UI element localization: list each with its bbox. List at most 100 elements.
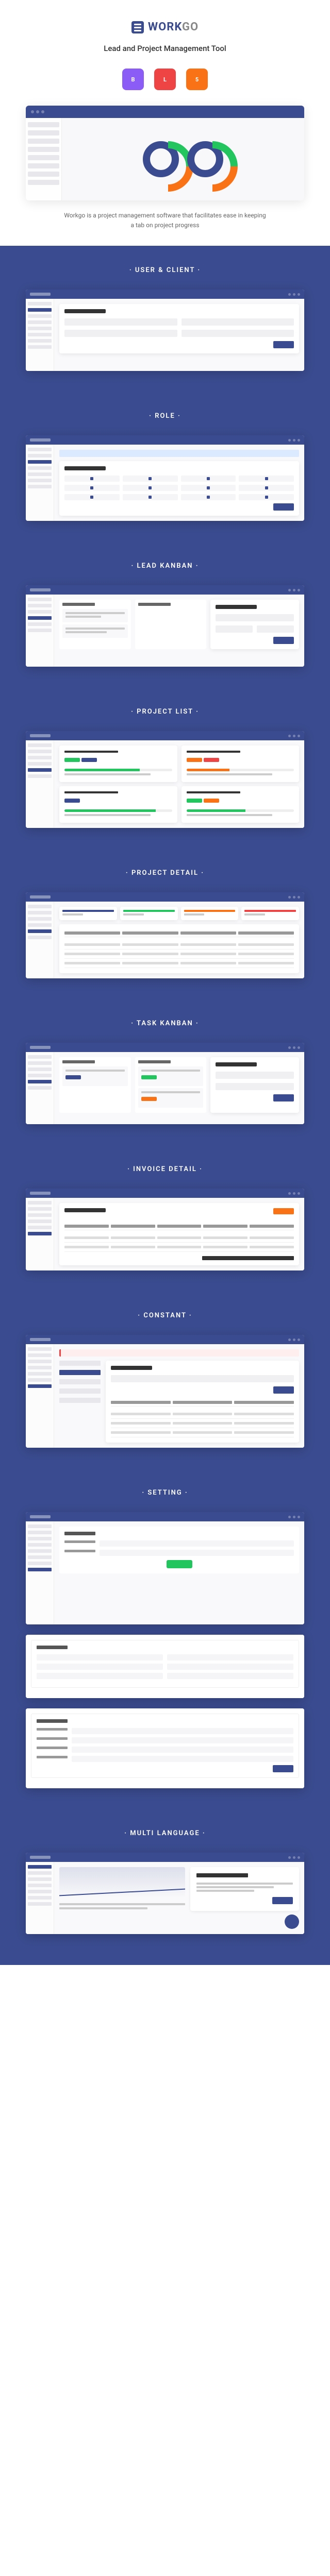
setting-input[interactable]: [72, 1747, 293, 1753]
html5-icon: 5: [186, 69, 208, 90]
perm-checkbox[interactable]: [207, 496, 210, 499]
save-button[interactable]: [167, 1560, 192, 1568]
perm-checkbox[interactable]: [148, 496, 152, 499]
task-column[interactable]: [135, 1057, 207, 1113]
area-chart: [59, 1867, 185, 1898]
password-field[interactable]: [64, 330, 177, 337]
tab-item[interactable]: [59, 1379, 101, 1384]
perm-checkbox[interactable]: [265, 477, 268, 480]
task-column[interactable]: [59, 1057, 131, 1113]
donut-chart-1: [143, 141, 179, 177]
perm-checkbox[interactable]: [90, 477, 93, 480]
section-project-detail: · PROJECT DETAIL ·: [0, 849, 330, 999]
save-task-button[interactable]: [273, 1094, 294, 1101]
save-role-button[interactable]: [273, 503, 294, 511]
section-constant: · CONSTANT ·: [0, 1291, 330, 1468]
setting-input[interactable]: [167, 1673, 293, 1679]
lead-card[interactable]: [62, 624, 128, 638]
lang-action-button[interactable]: [272, 1897, 293, 1904]
perm-checkbox[interactable]: [148, 486, 152, 489]
perm-checkbox[interactable]: [207, 477, 210, 480]
task-board-modal: [210, 1057, 299, 1113]
alert-banner: [59, 1349, 299, 1357]
task-card[interactable]: [138, 1088, 204, 1108]
invoice-panel: [59, 1203, 299, 1265]
lead-card[interactable]: [62, 609, 128, 622]
section-title: · PROJECT DETAIL ·: [10, 869, 320, 877]
lead-field[interactable]: [216, 625, 253, 633]
section-lead-kanban: · LEAD KANBAN ·: [0, 541, 330, 687]
setting-screen-1: [26, 1512, 304, 1624]
section-role: · ROLE ·: [0, 392, 330, 541]
project-card[interactable]: [59, 786, 177, 823]
setting-input[interactable]: [167, 1654, 293, 1660]
perm-checkbox[interactable]: [148, 477, 152, 480]
logo-prefix: WORK: [148, 21, 182, 33]
setting-input[interactable]: [100, 1540, 294, 1547]
setting-input[interactable]: [167, 1664, 293, 1670]
save-email-button[interactable]: [273, 1765, 293, 1772]
table-row[interactable]: [64, 940, 294, 950]
table-row[interactable]: [64, 959, 294, 968]
role-field[interactable]: [182, 330, 294, 337]
project-card[interactable]: [182, 745, 300, 782]
stat-card: [120, 907, 178, 920]
kanban-column[interactable]: [135, 600, 207, 649]
logo: WORKGO: [10, 21, 320, 33]
invoice-screen: [26, 1189, 304, 1270]
setting-input[interactable]: [37, 1664, 163, 1670]
section-title: · TASK KANBAN ·: [10, 1020, 320, 1027]
tab-item[interactable]: [59, 1388, 101, 1394]
hero-section: WORKGO Lead and Project Management Tool …: [0, 0, 330, 246]
section-title: · LEAD KANBAN ·: [10, 562, 320, 570]
task-field[interactable]: [216, 1072, 294, 1079]
setting-input[interactable]: [37, 1654, 163, 1660]
tab-item[interactable]: [59, 1370, 101, 1375]
task-field[interactable]: [216, 1083, 294, 1090]
section-user-client: · USER & CLIENT ·: [0, 246, 330, 392]
section-title: · CONSTANT ·: [10, 1312, 320, 1319]
table-row[interactable]: [64, 950, 294, 959]
name-field[interactable]: [64, 318, 177, 326]
preview-header: [26, 106, 304, 118]
tab-item[interactable]: [59, 1361, 101, 1366]
section-task-kanban: · TASK KANBAN ·: [0, 999, 330, 1145]
site-setting-panel: [59, 1527, 299, 1573]
project-list-screen: [26, 731, 304, 828]
setting-input[interactable]: [72, 1728, 293, 1734]
edit-constant-modal: [106, 1361, 299, 1443]
perm-checkbox[interactable]: [265, 496, 268, 499]
project-card[interactable]: [182, 786, 300, 823]
preview-sidebar: [26, 118, 62, 200]
lead-field[interactable]: [257, 625, 294, 633]
tab-item[interactable]: [59, 1398, 101, 1403]
project-card[interactable]: [59, 745, 177, 782]
perm-checkbox[interactable]: [90, 496, 93, 499]
constant-tabs: [59, 1361, 101, 1443]
modal-title: [216, 1062, 257, 1066]
task-card[interactable]: [62, 1066, 128, 1086]
setting-input[interactable]: [100, 1550, 294, 1556]
task-kanban-screen: [26, 1043, 304, 1124]
email-field[interactable]: [182, 318, 294, 326]
source-input[interactable]: [111, 1375, 294, 1382]
save-constant-button[interactable]: [273, 1386, 294, 1394]
lead-field[interactable]: [216, 614, 294, 621]
save-lead-button[interactable]: [273, 637, 294, 644]
logo-suffix: GO: [182, 21, 199, 33]
section-title: · SETTING ·: [10, 1489, 320, 1497]
section-setting: · SETTING ·: [0, 1468, 330, 1809]
kanban-column[interactable]: [59, 600, 131, 649]
task-card[interactable]: [138, 1066, 204, 1086]
setting-input[interactable]: [37, 1673, 163, 1679]
modal-title: [111, 1366, 152, 1370]
add-item-button[interactable]: [273, 1208, 294, 1214]
setting-input[interactable]: [72, 1737, 293, 1743]
create-button[interactable]: [273, 341, 294, 348]
perm-checkbox[interactable]: [265, 486, 268, 489]
setting-input[interactable]: [72, 1756, 293, 1762]
perm-checkbox[interactable]: [207, 486, 210, 489]
laravel-icon: L: [154, 69, 176, 90]
role-modal: [59, 461, 299, 516]
perm-checkbox[interactable]: [90, 486, 93, 489]
